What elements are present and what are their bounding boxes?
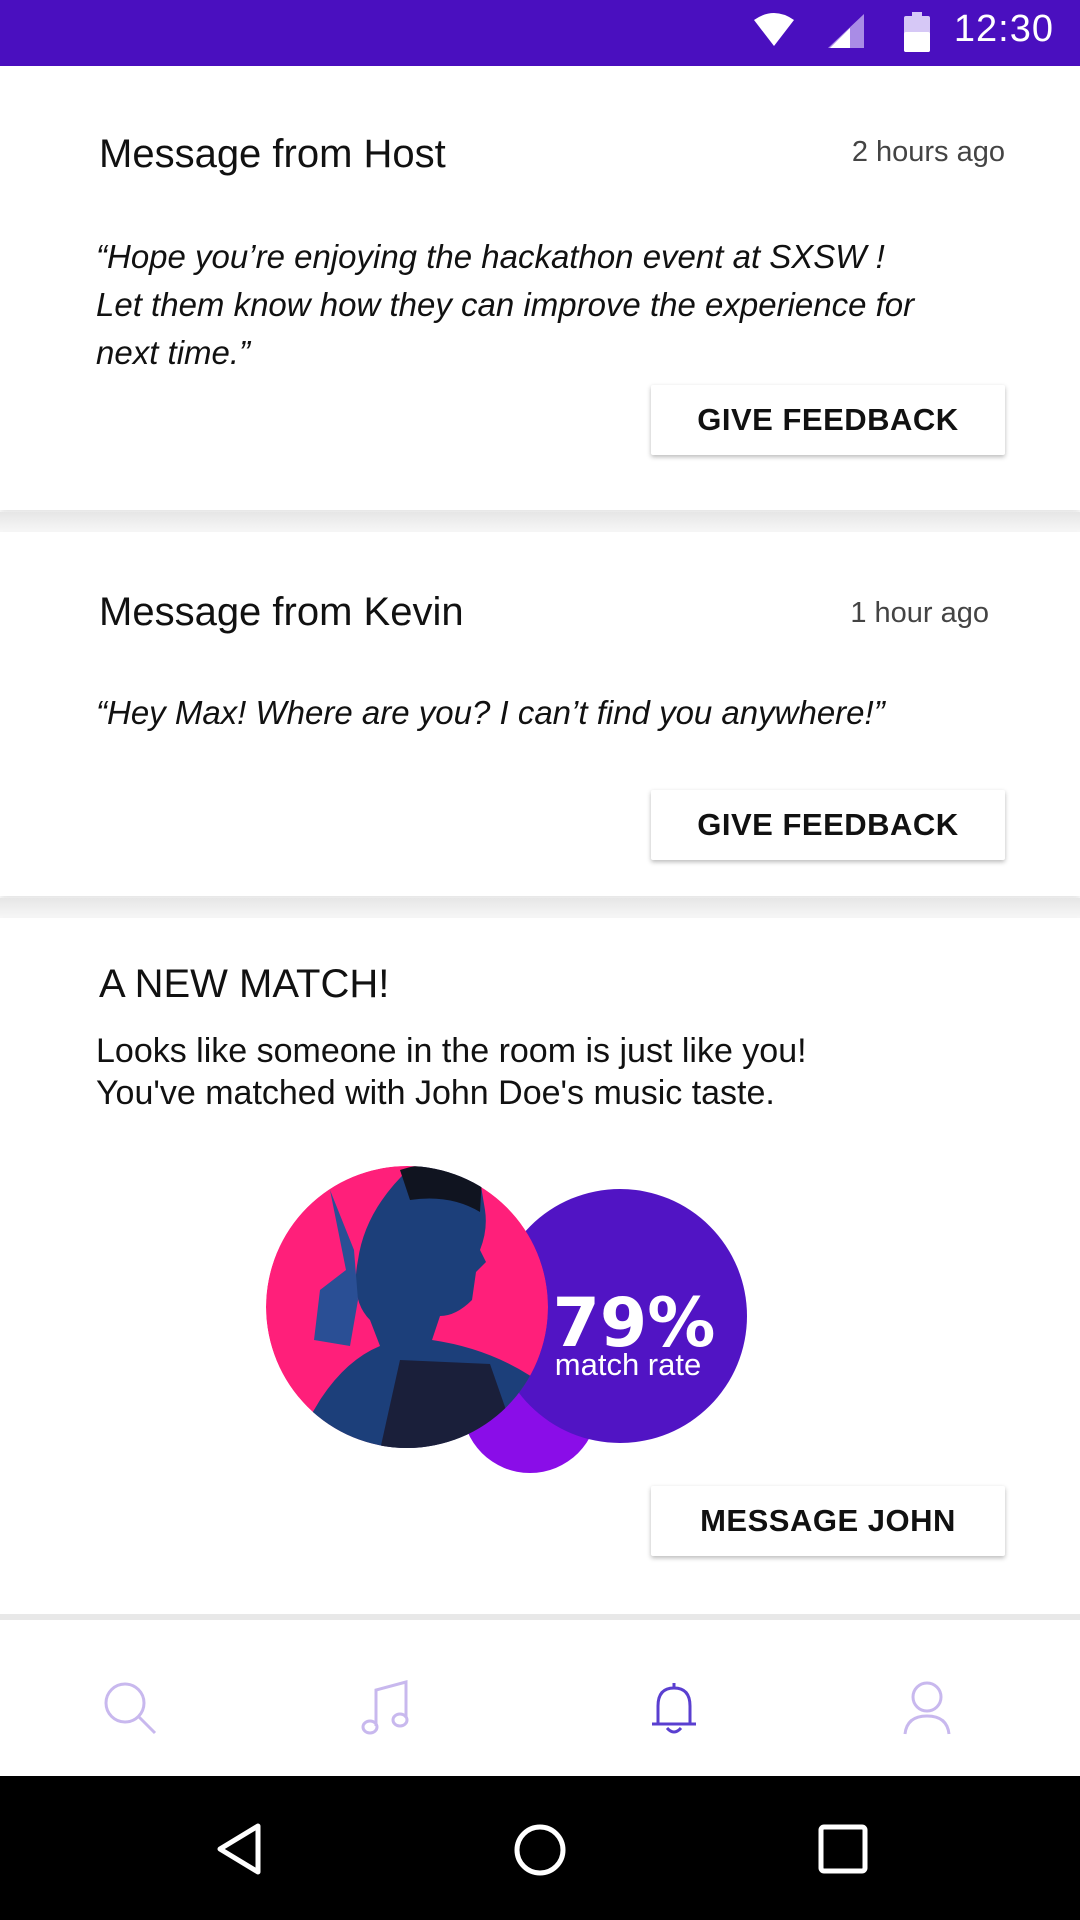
home-icon[interactable] (512, 1822, 568, 1878)
music-note-icon[interactable] (360, 1680, 412, 1736)
back-icon[interactable] (214, 1822, 264, 1876)
person-icon[interactable] (902, 1680, 952, 1736)
card-divider (0, 512, 1080, 532)
quote-line: next time.” (96, 334, 251, 371)
wifi-icon (754, 13, 794, 46)
card-time-kevin: 1 hour ago (850, 597, 989, 629)
bell-icon[interactable] (650, 1680, 698, 1736)
quote-line: Let them know how they can improve the e… (96, 286, 915, 323)
battery-icon (904, 12, 930, 52)
match-description: Looks like someone in the room is just l… (96, 1030, 1016, 1114)
quote-kevin: “Hey Max! Where are you? I can’t find yo… (96, 689, 996, 737)
give-feedback-button-kevin[interactable]: GIVE FEEDBACK (651, 790, 1005, 860)
card-divider (0, 898, 1080, 918)
search-icon[interactable] (102, 1680, 158, 1736)
quote-line: “Hey Max! Where are you? I can’t find yo… (96, 694, 885, 731)
quote-line: “Hope you’re enjoying the hackathon even… (96, 238, 885, 275)
quote-host: “Hope you’re enjoying the hackathon even… (96, 233, 996, 377)
message-john-button[interactable]: MESSAGE JOHN (651, 1486, 1005, 1556)
card-title-host: Message from Host (99, 132, 446, 176)
give-feedback-button-host[interactable]: GIVE FEEDBACK (651, 385, 1005, 455)
match-description-line: You've matched with John Doe's music tas… (96, 1074, 775, 1112)
recents-icon[interactable] (818, 1824, 868, 1874)
status-time: 12:30 (953, 8, 1054, 50)
match-graphic: 79% match rate (266, 1166, 747, 1473)
match-rate-label: match rate (555, 1347, 701, 1382)
status-bar: 12:30 (0, 0, 1080, 66)
card-time-host: 2 hours ago (851, 136, 1005, 168)
match-title: A NEW MATCH! (99, 962, 390, 1006)
match-description-line: Looks like someone in the room is just l… (96, 1032, 807, 1070)
card-title-kevin: Message from Kevin (99, 590, 464, 634)
cellular-signal-icon (828, 14, 864, 48)
